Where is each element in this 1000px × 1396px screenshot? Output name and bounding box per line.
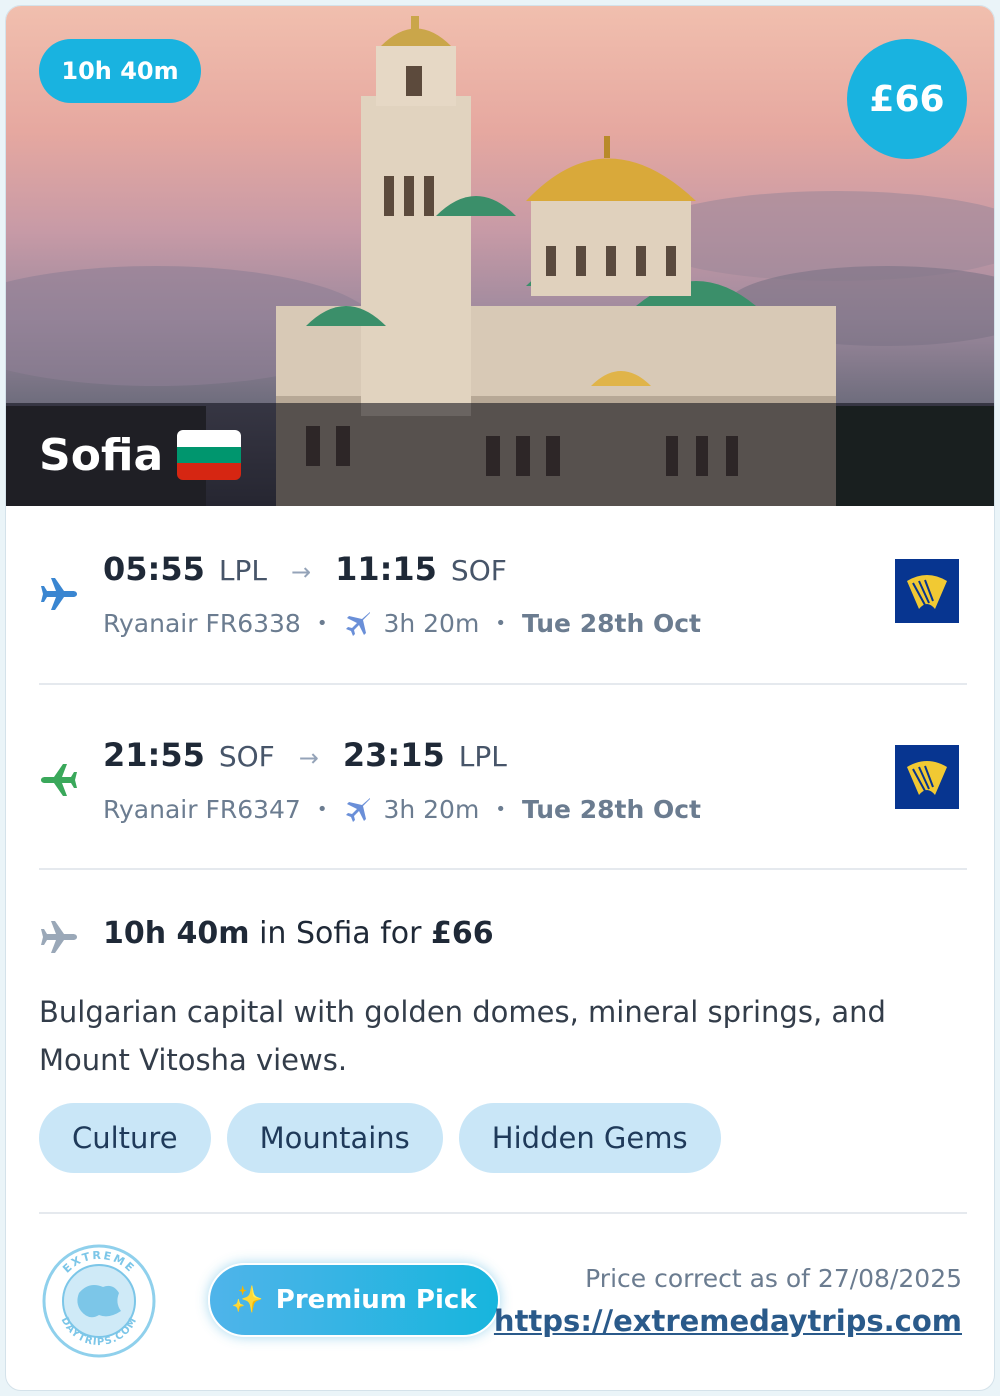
airline-flight: Ryanair FR6347 [103, 794, 301, 824]
tag-list: Culture Mountains Hidden Gems [39, 1103, 721, 1173]
flight-date: Tue 28th Oct [521, 608, 701, 638]
arrow-icon: → [298, 744, 319, 772]
city-title: Sofia [39, 430, 164, 481]
summary-price: £66 [430, 916, 494, 951]
flight-duration: 3h 20m [383, 608, 480, 638]
trip-card[interactable]: 10h 40m £66 Sofia 05:55 LPL → 11:15 SOF Ryan… [5, 5, 995, 1391]
ryanair-logo-icon [895, 745, 959, 809]
plane-icon [41, 921, 77, 953]
extreme-daytrips-logo: EXTREME DAYTRIPS.COM [42, 1244, 156, 1358]
plane-icon [41, 578, 77, 610]
return-meta: Ryanair FR6347 • 3h 20m • Tue 28th Oct [103, 794, 701, 824]
flight-duration: 3h 20m [383, 794, 480, 824]
tag-mountains[interactable]: Mountains [226, 1103, 443, 1173]
arrive-time: 11:15 [335, 550, 437, 588]
arrive-code: SOF [450, 554, 507, 587]
tag-hidden-gems[interactable]: Hidden Gems [458, 1103, 721, 1173]
summary-middle: in Sofia for [249, 916, 431, 951]
summary-duration: 10h 40m [103, 916, 250, 951]
airline-flight: Ryanair FR6338 [103, 608, 301, 638]
depart-time: 21:55 [103, 736, 205, 774]
divider [39, 683, 967, 685]
trip-summary: 10h 40m in Sofia for £66 [103, 916, 494, 951]
depart-code: SOF [218, 740, 275, 773]
hero-image: 10h 40m £66 Sofia [6, 6, 994, 506]
divider [39, 868, 967, 870]
arrive-code: LPL [458, 740, 507, 773]
outbound-times: 05:55 LPL → 11:15 SOF [103, 550, 507, 588]
small-plane-icon [346, 798, 371, 822]
divider [39, 1212, 967, 1214]
outbound-meta: Ryanair FR6338 • 3h 20m • Tue 28th Oct [103, 608, 701, 638]
bulgaria-flag-icon [177, 430, 241, 480]
small-plane-icon [346, 612, 371, 636]
ryanair-logo-icon [895, 559, 959, 623]
plane-icon [41, 764, 77, 796]
price-badge: £66 [847, 39, 967, 159]
arrive-time: 23:15 [342, 736, 445, 774]
depart-code: LPL [218, 554, 267, 587]
depart-time: 05:55 [103, 550, 205, 588]
flight-date: Tue 28th Oct [521, 794, 701, 824]
website-link[interactable]: https://extremedaytrips.com [494, 1304, 962, 1338]
duration-badge: 10h 40m [39, 39, 201, 103]
premium-pick-badge[interactable]: ✨ Premium Pick [208, 1263, 500, 1337]
premium-label: Premium Pick [275, 1285, 477, 1315]
return-times: 21:55 SOF → 23:15 LPL [103, 736, 507, 774]
price-note: Price correct as of 27/08/2025 [585, 1264, 962, 1293]
destination-description: Bulgarian capital with golden domes, min… [39, 995, 886, 1077]
tag-culture[interactable]: Culture [39, 1103, 211, 1173]
sparkle-icon: ✨ [231, 1285, 264, 1315]
arrow-icon: → [290, 558, 312, 586]
